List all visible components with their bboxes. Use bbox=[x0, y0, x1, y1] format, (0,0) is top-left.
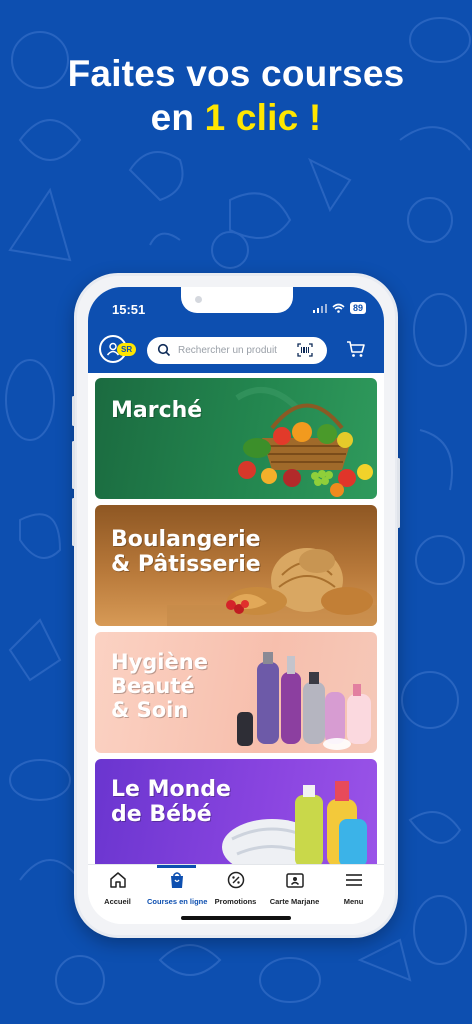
nav-label: Accueil bbox=[104, 897, 131, 906]
nav-label: Courses en ligne bbox=[147, 897, 208, 906]
category-banner-bebe[interactable]: Le Monde de Bébé bbox=[95, 759, 377, 880]
nav-courses-en-ligne[interactable]: Courses en ligne bbox=[147, 865, 208, 915]
nav-carte-marjane[interactable]: Carte Marjane bbox=[265, 865, 324, 915]
phone-side-button bbox=[72, 396, 75, 426]
status-time: 15:51 bbox=[112, 302, 146, 317]
signal-icon bbox=[312, 303, 327, 313]
beauty-products-image bbox=[237, 652, 371, 750]
promo-headline: Faites vos courses en 1 clic ! bbox=[0, 52, 472, 140]
nav-accueil[interactable]: Accueil bbox=[88, 865, 147, 915]
app-header: 15:51 89 SR bbox=[88, 287, 384, 373]
home-icon bbox=[109, 872, 126, 888]
barcode-scan-icon[interactable] bbox=[297, 343, 313, 357]
phone-power-button bbox=[397, 458, 400, 528]
bread-pastry-image bbox=[167, 548, 377, 626]
cart-icon[interactable] bbox=[346, 339, 366, 359]
category-title: Hygiène Beauté & Soin bbox=[111, 650, 208, 722]
phone-mockup: 15:51 89 SR Rechercher un produit Marché… bbox=[72, 273, 400, 938]
nav-label: Carte Marjane bbox=[269, 897, 320, 906]
promo-headline-line2: en 1 clic ! bbox=[0, 96, 472, 140]
fruit-basket-image bbox=[235, 387, 373, 497]
home-indicator-bar bbox=[181, 916, 291, 920]
nav-label: Menu bbox=[343, 897, 364, 906]
category-banner-marche[interactable]: Marché bbox=[95, 378, 377, 499]
promo-headline-prefix: en bbox=[150, 97, 205, 138]
search-icon[interactable] bbox=[157, 343, 171, 357]
active-tab-indicator bbox=[157, 865, 196, 868]
phone-notch bbox=[181, 287, 293, 313]
user-initials-badge: SR bbox=[117, 343, 137, 356]
loyalty-card-icon bbox=[285, 873, 304, 888]
promo-headline-highlight: 1 clic ! bbox=[204, 97, 322, 138]
category-banner-boulangerie[interactable]: Boulangerie & Pâtisserie bbox=[95, 505, 377, 626]
promo-headline-line1: Faites vos courses bbox=[67, 53, 405, 94]
bottom-navigation: Accueil Courses en ligne Promotions Cart… bbox=[88, 864, 384, 924]
phone-volume-down bbox=[72, 498, 75, 546]
battery-indicator: 89 bbox=[349, 302, 366, 314]
search-input[interactable] bbox=[178, 341, 293, 360]
baby-products-image bbox=[222, 781, 367, 875]
app-screen: 15:51 89 SR Rechercher un produit Marché… bbox=[88, 287, 384, 924]
phone-volume-up bbox=[72, 441, 75, 489]
hamburger-menu-icon bbox=[345, 874, 362, 886]
status-icons: 89 bbox=[312, 302, 366, 314]
nav-promotions[interactable]: Promotions bbox=[206, 865, 265, 915]
nav-menu[interactable]: Menu bbox=[324, 865, 383, 915]
search-bar[interactable] bbox=[147, 337, 327, 364]
nav-label: Promotions bbox=[214, 897, 257, 906]
camera-dot bbox=[195, 296, 202, 303]
category-banner-hygiene[interactable]: Hygiène Beauté & Soin bbox=[95, 632, 377, 753]
percent-badge-icon bbox=[227, 871, 244, 889]
shopping-bag-icon bbox=[170, 872, 183, 888]
wifi-icon bbox=[332, 303, 345, 313]
